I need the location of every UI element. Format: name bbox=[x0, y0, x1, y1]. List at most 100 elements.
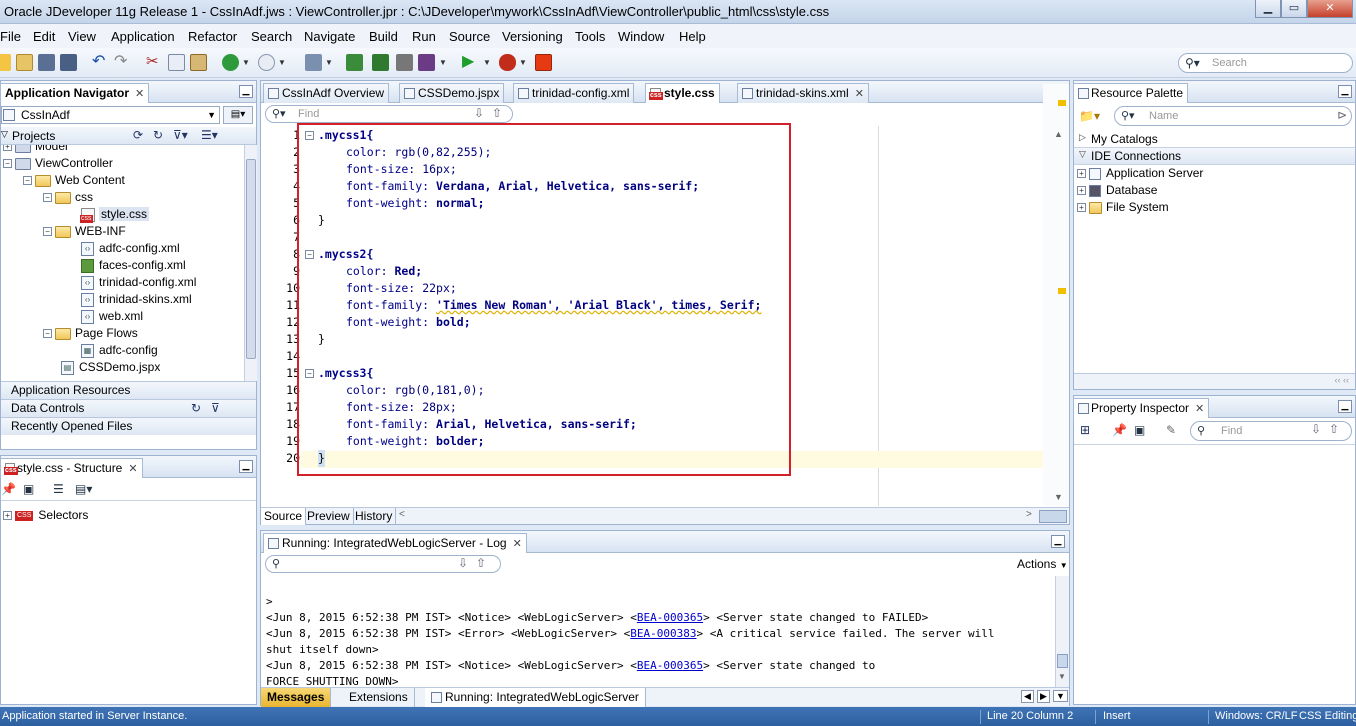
find-previous-icon[interactable]: ⇧ bbox=[492, 106, 502, 120]
stop-icon[interactable] bbox=[535, 54, 552, 71]
forward-dropdown-icon[interactable]: ▼ bbox=[278, 58, 286, 67]
tab-messages[interactable]: Messages bbox=[261, 688, 332, 707]
refresh-icon[interactable]: ↻ bbox=[191, 400, 201, 417]
tree-item-web-inf[interactable]: − WEB-INF bbox=[43, 223, 126, 240]
application-select[interactable]: CssInAdf ▼ bbox=[1, 106, 220, 124]
find-previous-icon[interactable]: ⇧ bbox=[476, 556, 486, 570]
menu-refactor[interactable]: Refactor bbox=[188, 29, 237, 44]
expand-icon[interactable]: + bbox=[1077, 203, 1086, 213]
tree-item-selectors[interactable]: + CSS Selectors bbox=[3, 507, 88, 524]
copy-icon[interactable] bbox=[168, 54, 185, 71]
collapse-icon[interactable]: − bbox=[43, 227, 52, 237]
edit-icon[interactable]: ✎ bbox=[1166, 423, 1176, 437]
tab-structure[interactable]: style.css - Structure ✕ bbox=[0, 458, 143, 478]
menu-navigate[interactable]: Navigate bbox=[304, 29, 355, 44]
scroll-arrows-icon[interactable]: ‹‹ ‹‹ bbox=[1335, 375, 1350, 385]
working-sets-icon[interactable]: ☰▾ bbox=[201, 128, 218, 142]
tab-trinidad-skins[interactable]: trinidad-skins.xml ✕ bbox=[737, 83, 869, 103]
menu-edit[interactable]: Edit bbox=[33, 29, 55, 44]
debug-dropdown-icon[interactable]: ▼ bbox=[519, 58, 527, 67]
go-icon[interactable]: ⊳ bbox=[1337, 108, 1347, 122]
close-icon[interactable]: ✕ bbox=[135, 88, 144, 100]
tree-item-adfc-config[interactable]: ‹› adfc-config.xml bbox=[81, 240, 180, 257]
tree-item-page-flows[interactable]: − Page Flows bbox=[43, 325, 138, 342]
menu-application[interactable]: Application bbox=[111, 29, 175, 44]
find-next-icon[interactable]: ⇩ bbox=[1311, 422, 1321, 436]
sql-dropdown-icon[interactable]: ▼ bbox=[325, 58, 333, 67]
menu-build[interactable]: Build bbox=[369, 29, 398, 44]
section-recently-opened-files[interactable]: Recently Opened Files bbox=[1, 417, 256, 435]
find-next-icon[interactable]: ⇩ bbox=[474, 106, 484, 120]
scrollbar-thumb[interactable] bbox=[1057, 654, 1068, 668]
menu-file[interactable]: File bbox=[0, 29, 21, 44]
tab-application-navigator[interactable]: Application Navigator ✕ bbox=[0, 83, 150, 103]
minimize-panel-button[interactable]: ▁ bbox=[1338, 85, 1352, 98]
back-icon[interactable] bbox=[222, 54, 239, 71]
warning-marker[interactable] bbox=[1058, 100, 1066, 106]
profile-dropdown-icon[interactable]: ▼ bbox=[439, 58, 447, 67]
profile-icon[interactable] bbox=[418, 54, 435, 71]
navigator-scrollbar[interactable] bbox=[244, 145, 257, 381]
tab-log[interactable]: Running: IntegratedWebLogicServer - Log ✕ bbox=[263, 533, 527, 553]
find-next-icon[interactable]: ⇩ bbox=[458, 556, 468, 570]
collapse-icon[interactable]: − bbox=[23, 176, 32, 186]
save-icon[interactable] bbox=[38, 54, 55, 71]
maximize-button[interactable]: ▭ bbox=[1281, 0, 1307, 18]
open-folder-icon[interactable] bbox=[16, 54, 33, 71]
tab-style-css[interactable]: style.css bbox=[645, 83, 720, 103]
tab-resource-palette[interactable]: Resource Palette bbox=[1073, 83, 1189, 103]
close-icon[interactable]: ✕ bbox=[513, 538, 522, 550]
save-all-icon[interactable] bbox=[60, 54, 77, 71]
new-connection-icon[interactable]: 📁▾ bbox=[1079, 109, 1100, 123]
close-icon[interactable]: ✕ bbox=[1195, 403, 1204, 415]
new-icon[interactable] bbox=[0, 54, 11, 71]
log-find-input[interactable]: ⚲ ⇩ ⇧ bbox=[265, 555, 501, 573]
filter-icon[interactable]: ⊽▾ bbox=[173, 128, 188, 142]
minimize-panel-button[interactable]: ▁ bbox=[1338, 400, 1352, 413]
menu-versioning[interactable]: Versioning bbox=[502, 29, 563, 44]
expand-icon[interactable]: + bbox=[3, 511, 12, 521]
actions-menu[interactable]: Actions ▼ bbox=[1017, 557, 1068, 571]
close-button[interactable]: ✕ bbox=[1307, 0, 1353, 18]
tree-item-trinidad-config[interactable]: ‹› trinidad-config.xml bbox=[81, 274, 196, 291]
close-icon[interactable]: ✕ bbox=[855, 88, 864, 100]
menu-search[interactable]: Search bbox=[251, 29, 292, 44]
global-search-input[interactable]: ⚲▾ Search bbox=[1178, 53, 1353, 73]
expand-icon[interactable]: + bbox=[3, 145, 12, 152]
run-dropdown-icon[interactable]: ▼ bbox=[483, 58, 491, 67]
property-find-input[interactable]: ⚲ Find ⇩ ⇧ bbox=[1190, 421, 1352, 441]
collapse-icon[interactable]: − bbox=[43, 329, 52, 339]
tree-item-model[interactable]: + Model bbox=[3, 145, 68, 155]
split-editor-button[interactable] bbox=[1039, 510, 1067, 523]
redo-icon[interactable]: ↷ bbox=[114, 54, 131, 71]
tab-cssinadf-overview[interactable]: CssInAdf Overview bbox=[263, 83, 390, 103]
forward-icon[interactable] bbox=[258, 54, 275, 71]
collapse-icon[interactable]: − bbox=[43, 193, 52, 203]
tree-item-web-xml[interactable]: ‹› web.xml bbox=[81, 308, 143, 325]
deploy-icon[interactable] bbox=[396, 54, 413, 71]
expand-icon[interactable]: + bbox=[1077, 186, 1086, 196]
section-application-resources[interactable]: Application Resources bbox=[1, 381, 256, 399]
tab-list-icon[interactable]: ▼ bbox=[1053, 690, 1068, 702]
tree-item-file-system[interactable]: + File System bbox=[1077, 199, 1169, 216]
tab-trinidad-config[interactable]: trinidad-config.xml bbox=[513, 83, 635, 103]
scroll-down-icon[interactable]: ▼ bbox=[1058, 672, 1066, 681]
log-link[interactable]: BEA-000365 bbox=[637, 659, 703, 672]
tree-item-database[interactable]: + Database bbox=[1077, 182, 1157, 199]
projects-header[interactable]: ▽ Projects ⟳ ↻ ⊽▾ ☰▾ bbox=[1, 127, 256, 145]
menu-source[interactable]: Source bbox=[449, 29, 490, 44]
scroll-left-icon[interactable]: ◀ bbox=[1021, 690, 1034, 703]
tab-extensions[interactable]: Extensions bbox=[343, 688, 415, 707]
sql-worksheet-icon[interactable] bbox=[305, 54, 322, 71]
log-scrollbar[interactable]: ▼ bbox=[1055, 576, 1069, 688]
menu-help[interactable]: Help bbox=[679, 29, 706, 44]
rebuild-icon[interactable] bbox=[372, 54, 389, 71]
tree-item-style-css[interactable]: style.css bbox=[80, 206, 150, 223]
tree-item-web-content[interactable]: − Web Content bbox=[23, 172, 125, 189]
editor-find-input[interactable]: ⚲▾ Find ⇩ ⇧ bbox=[265, 105, 513, 123]
find-property-icon[interactable]: ⊞ bbox=[1080, 423, 1090, 437]
warning-marker[interactable] bbox=[1058, 288, 1066, 294]
minimize-panel-button[interactable]: ▁ bbox=[1051, 535, 1065, 548]
scroll-down-icon[interactable]: ▼ bbox=[1054, 492, 1063, 502]
tab-preview[interactable]: Preview bbox=[304, 508, 354, 525]
